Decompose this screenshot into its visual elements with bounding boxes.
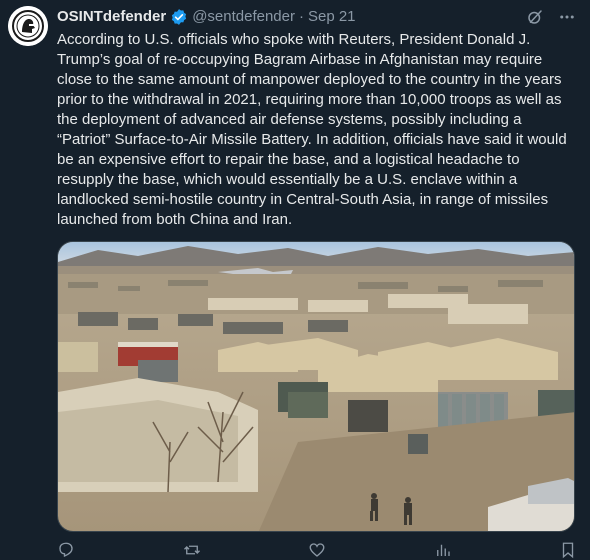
- grok-icon[interactable]: [526, 8, 544, 26]
- tweet-media-photo[interactable]: [57, 241, 575, 532]
- author-handle[interactable]: @sentdefender: [192, 7, 295, 27]
- tweet-header-actions: [526, 8, 576, 26]
- like-button[interactable]: [308, 540, 326, 560]
- more-icon[interactable]: [558, 8, 576, 26]
- reply-icon: [57, 541, 75, 559]
- bookmark-button[interactable]: [559, 540, 577, 560]
- bagram-airbase-photo: [58, 242, 574, 531]
- views-button[interactable]: [434, 540, 452, 560]
- tweet-date[interactable]: Sep 21: [308, 7, 356, 27]
- views-icon: [434, 541, 452, 559]
- retweet-button[interactable]: [183, 540, 201, 560]
- bookmark-icon: [559, 541, 577, 559]
- reply-button[interactable]: [57, 540, 75, 560]
- tweet-header: OSINTdefender @sentdefender · Sep 21: [57, 7, 356, 27]
- tweet-text: According to U.S. officials who spoke wi…: [57, 31, 567, 228]
- osint-logo-icon: [8, 6, 48, 46]
- retweet-icon: [183, 541, 201, 559]
- tweet: OSINTdefender @sentdefender · Sep 21 Acc: [0, 0, 590, 559]
- author-name[interactable]: OSINTdefender: [57, 7, 166, 27]
- avatar[interactable]: [8, 6, 48, 46]
- like-icon: [308, 541, 326, 559]
- verified-badge-icon[interactable]: [170, 8, 188, 26]
- tweet-actions-bar: [57, 540, 577, 560]
- separator-dot: ·: [298, 8, 304, 25]
